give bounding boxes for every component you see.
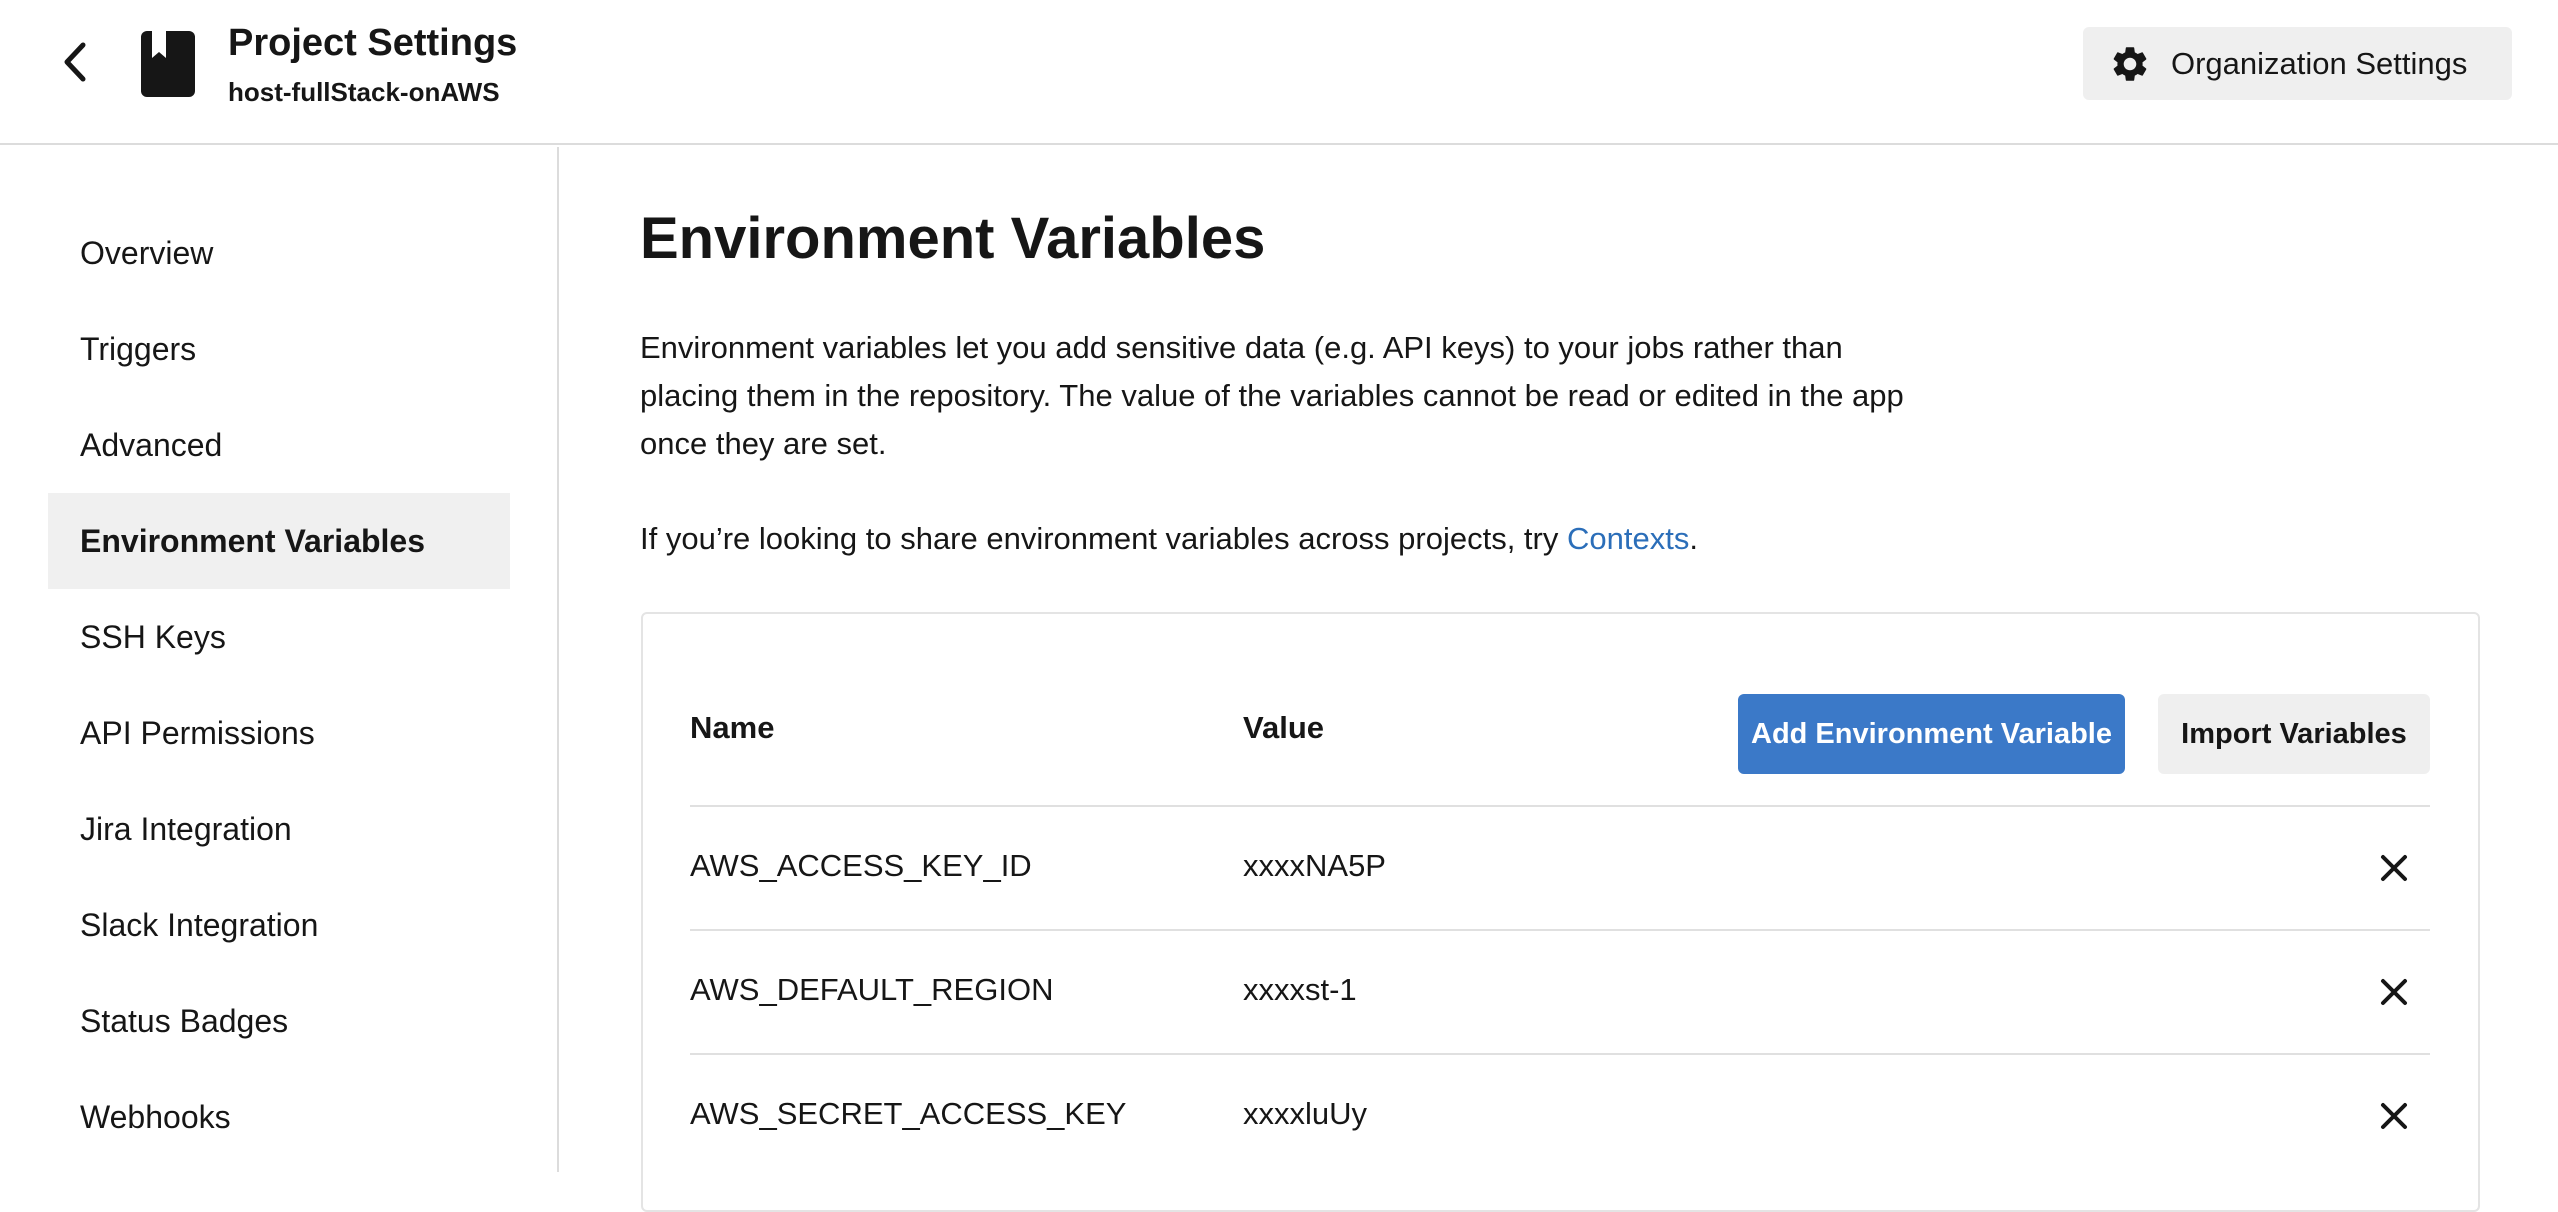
close-icon: [2381, 1103, 2407, 1129]
delete-env-var-button[interactable]: [2372, 1094, 2416, 1138]
sidebar-item-status-badges[interactable]: Status Badges: [48, 973, 510, 1069]
table-divider: [690, 1053, 2430, 1055]
import-variables-button[interactable]: Import Variables: [2158, 694, 2430, 774]
sidebar-item-triggers[interactable]: Triggers: [48, 301, 510, 397]
delete-env-var-button[interactable]: [2372, 970, 2416, 1014]
settings-sidebar: Overview Triggers Advanced Environment V…: [0, 147, 559, 1172]
env-var-value: xxxxluUy: [1243, 1096, 1368, 1131]
table-divider: [690, 805, 2430, 807]
env-var-value: xxxxNA5P: [1243, 848, 1386, 883]
sidebar-item-jira-integration[interactable]: Jira Integration: [48, 781, 510, 877]
contexts-hint-suffix: .: [1689, 521, 1698, 556]
sidebar-item-ssh-keys[interactable]: SSH Keys: [48, 589, 510, 685]
page-title: Project Settings: [228, 22, 518, 64]
sidebar-item-overview[interactable]: Overview: [48, 205, 510, 301]
column-header-value: Value: [1243, 710, 1324, 745]
organization-settings-button[interactable]: Organization Settings: [2083, 27, 2512, 100]
delete-env-var-button[interactable]: [2372, 846, 2416, 890]
sidebar-item-environment-variables[interactable]: Environment Variables: [48, 493, 510, 589]
project-name: host-fullStack-onAWS: [228, 77, 500, 107]
env-var-name: AWS_DEFAULT_REGION: [690, 972, 1054, 1007]
column-header-name: Name: [690, 710, 775, 745]
env-var-name: AWS_ACCESS_KEY_ID: [690, 848, 1032, 883]
back-button[interactable]: [52, 38, 96, 86]
organization-settings-label: Organization Settings: [2171, 45, 2468, 81]
sidebar-item-slack-integration[interactable]: Slack Integration: [48, 877, 510, 973]
section-description: Environment variables let you add sensit…: [640, 330, 1904, 461]
sidebar-item-advanced[interactable]: Advanced: [48, 397, 510, 493]
contexts-link[interactable]: Contexts: [1567, 521, 1689, 556]
section-title: Environment Variables: [640, 206, 1266, 271]
env-var-name: AWS_SECRET_ACCESS_KEY: [690, 1096, 1127, 1131]
sidebar-item-webhooks[interactable]: Webhooks: [48, 1069, 510, 1165]
contexts-hint-text: If you’re looking to share environment v…: [640, 521, 1567, 556]
env-var-value: xxxxst-1: [1243, 972, 1357, 1007]
gear-icon: [2109, 43, 2151, 85]
chevron-left-icon: [64, 42, 86, 82]
close-icon: [2381, 855, 2407, 881]
close-icon: [2381, 979, 2407, 1005]
add-environment-variable-button[interactable]: Add Environment Variable: [1738, 694, 2125, 774]
table-divider: [690, 929, 2430, 931]
contexts-hint: If you’re looking to share environment v…: [640, 515, 1698, 563]
page-header: Project Settings host-fullStack-onAWS Or…: [0, 0, 2558, 145]
bookmark-icon: [140, 30, 196, 98]
sidebar-item-api-permissions[interactable]: API Permissions: [48, 685, 510, 781]
